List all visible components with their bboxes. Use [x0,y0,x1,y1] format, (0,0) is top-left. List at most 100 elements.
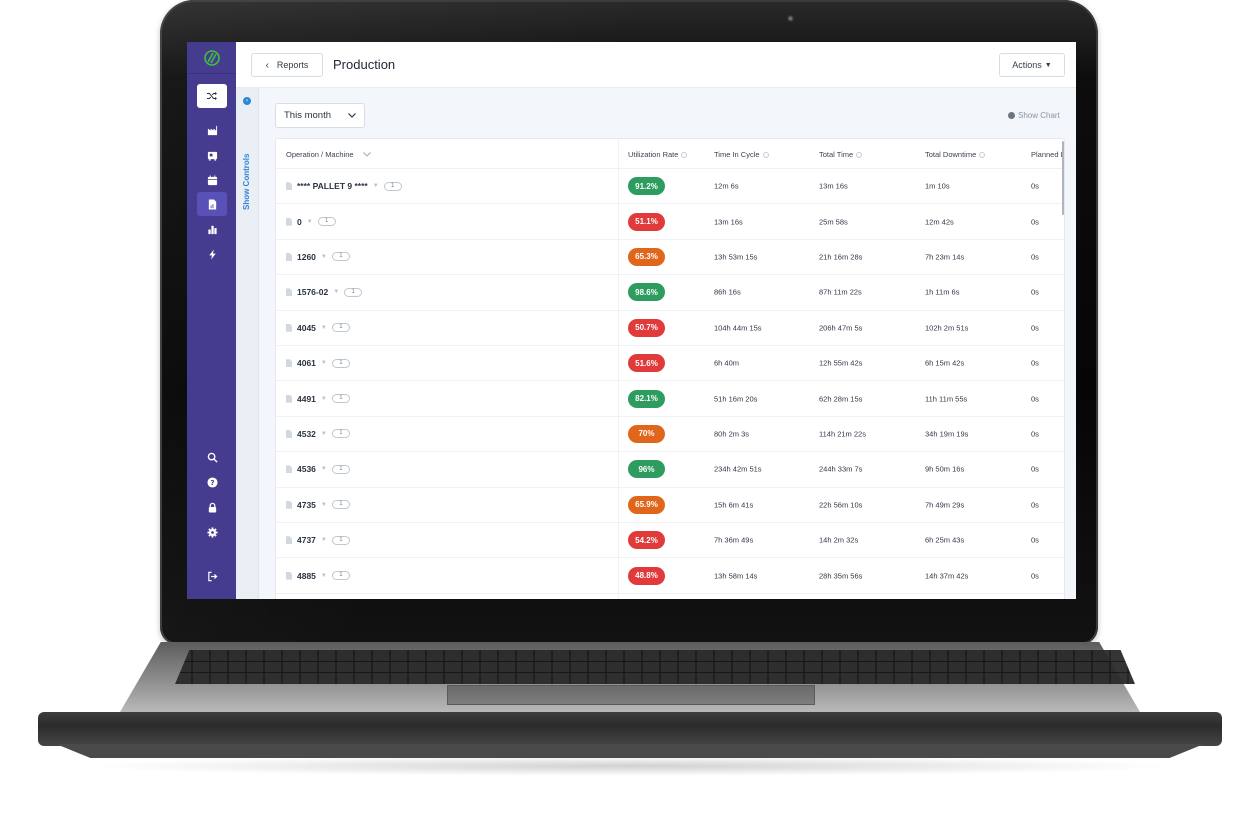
table-row[interactable]: 4532 ▼ 1 70% 80h 2m 3s 114h 21m 22s 34h 19m 19… [276,417,1064,453]
operation-cell[interactable]: 4532 ▼ 1 [286,429,350,439]
actions-button[interactable]: Actions ▼ [999,53,1065,77]
sidebar-item-search[interactable] [197,445,227,469]
caret-down-icon[interactable]: ▼ [321,325,327,331]
table-row[interactable]: **** PALLET 9 **** ▼ 1 91.2% 12m 6s 13m 16s 1m… [276,169,1064,205]
info-icon[interactable] [979,151,986,158]
table-row[interactable]: 4536 ▼ 1 96% 234h 42m 51s 244h 33m 7s 9h 50m 1… [276,452,1064,488]
table-row[interactable]: 4491 ▼ 1 82.1% 51h 16m 20s 62h 28m 15s 11h 11m… [276,381,1064,417]
machine-count-badge: 1 [331,571,350,581]
show-chart-label: Show Chart [1018,111,1060,120]
table-row[interactable]: 4061 ▼ 1 51.6% 6h 40m 12h 55m 42s 6h 15m 42s 0s [276,346,1064,382]
planned-downtime-cell: 0s [1031,571,1039,581]
total-time-cell: 28h 35m 56s [819,571,863,581]
file-icon [286,500,292,509]
sidebar-item-factory[interactable] [197,118,227,142]
show-controls-toggle[interactable]: › Show Controls [236,88,259,599]
column-header-utilization[interactable]: Utilization Rate [628,150,688,159]
show-chart-toggle[interactable]: Show Chart [1008,111,1060,120]
sidebar-item-settings[interactable] [197,520,227,544]
file-icon [286,323,292,332]
column-header-planned-downtime[interactable]: Planned D [1031,150,1064,159]
chevron-right-circle-icon: › [243,97,251,105]
utilization-badge: 70% [628,424,665,443]
operation-name: 1260 [297,251,316,262]
operation-cell[interactable]: 4885 ▼ 1 [286,571,350,581]
logo[interactable] [187,42,236,74]
operation-cell[interactable]: 4536 ▼ 1 [286,464,350,474]
file-icon [286,536,292,545]
sidebar-item-logout[interactable] [197,564,227,588]
machine-count-badge: 1 [331,500,350,510]
operation-cell[interactable]: 1576-02 ▼ 1 [286,287,363,297]
sidebar-item-analytics[interactable] [197,217,227,241]
table-row[interactable]: 4737 ▼ 1 54.2% 7h 36m 49s 14h 2m 32s 6h 25m 43… [276,523,1064,559]
back-to-reports-button[interactable]: ‹ Reports [251,53,323,77]
caret-down-icon: ▼ [1044,61,1052,69]
sidebar-item-reports[interactable] [197,192,227,216]
column-header-total-downtime[interactable]: Total Downtime [925,150,986,159]
table-row[interactable]: 4735 ▼ 1 65.9% 15h 6m 41s 22h 56m 10s 7h 49m 2… [276,488,1064,523]
column-label: Total Downtime [925,150,977,159]
info-icon[interactable] [681,151,688,158]
column-label: Operation / Machine [286,150,354,159]
caret-down-icon[interactable]: ▼ [321,431,327,437]
sidebar-item-calendar[interactable] [197,168,227,192]
bar-chart-icon [207,225,217,234]
lightning-icon [208,248,216,260]
column-header-time-in-cycle[interactable]: Time In Cycle [714,150,769,159]
caret-down-icon[interactable]: ▼ [373,183,379,189]
utilization-badge: 96% [628,460,665,479]
sidebar-item-alerts[interactable] [197,242,227,266]
vertical-scrollbar[interactable] [1062,141,1064,215]
caret-down-icon[interactable]: ▼ [307,219,313,225]
utilization-badge: 50.7% [628,318,665,337]
table-row[interactable]: 1260 ▼ 1 65.3% 13h 53m 15s 21h 16m 28s 7h 23m … [276,240,1064,276]
sidebar-item-lock[interactable] [197,495,227,519]
operation-cell[interactable]: 4737 ▼ 1 [286,535,350,545]
utilization-badge: 54.2% [628,531,665,550]
operation-cell[interactable]: 4491 ▼ 1 [286,394,350,404]
time-in-cycle-cell: 13h 53m 15s [714,252,758,262]
logo-icon [203,49,220,66]
chevron-left-icon: ‹ [265,59,269,71]
period-select[interactable]: This month [275,103,365,128]
touchpad [447,685,815,705]
operation-name: 4532 [297,428,316,439]
machine-count-badge: 1 [344,287,363,297]
caret-down-icon[interactable]: ▼ [321,573,327,579]
total-downtime-cell: 1m 10s [925,181,950,191]
operation-cell[interactable]: 1260 ▼ 1 [286,252,350,262]
utilization-badge: 82.1% [628,389,665,408]
time-in-cycle-cell: 104h 44m 15s [714,323,762,333]
caret-down-icon[interactable]: ▼ [321,360,327,366]
planned-downtime-cell: 0s [1031,464,1039,474]
operation-cell[interactable]: 4735 ▼ 1 [286,500,350,510]
caret-down-icon[interactable]: ▼ [321,396,327,402]
table-row[interactable]: 0 ▼ 1 51.1% 13m 16s 25m 58s 12m 42s 0s [276,204,1064,240]
operation-cell[interactable]: 4061 ▼ 1 [286,358,350,368]
caret-down-icon[interactable]: ▼ [321,537,327,543]
caret-down-icon[interactable]: ▼ [321,466,327,472]
operation-cell[interactable]: 4045 ▼ 1 [286,323,350,333]
caret-down-icon[interactable]: ▼ [321,502,327,508]
gear-icon [206,526,218,538]
sidebar-item-machines[interactable] [197,143,227,167]
column-header-total-time[interactable]: Total Time [819,150,863,159]
info-icon[interactable] [856,151,863,158]
table-row[interactable]: 1576-02 ▼ 1 98.6% 86h 16s 87h 11m 22s 1h 11m 6… [276,275,1064,311]
caret-down-icon[interactable]: ▼ [333,289,339,295]
shuffle-button[interactable] [197,84,227,108]
operation-cell[interactable]: 0 ▼ 1 [286,217,336,227]
chevron-down-icon [348,113,356,118]
operation-name: 4491 [297,393,316,404]
info-icon[interactable] [762,151,769,158]
total-time-cell: 62h 28m 15s [819,394,863,404]
webcam [787,15,794,22]
sidebar-item-help[interactable]: ? [197,470,227,494]
table-row[interactable]: 4885 ▼ 1 48.8% 13h 58m 14s 28h 35m 56s 14h 37m… [276,558,1064,594]
table-row[interactable]: 4045 ▼ 1 50.7% 104h 44m 15s 206h 47m 5s 102h 2… [276,311,1064,346]
column-header-operation[interactable]: Operation / Machine [286,150,371,159]
operation-name: 4735 [297,499,316,510]
caret-down-icon[interactable]: ▼ [321,254,327,260]
operation-cell[interactable]: **** PALLET 9 **** ▼ 1 [286,181,402,191]
